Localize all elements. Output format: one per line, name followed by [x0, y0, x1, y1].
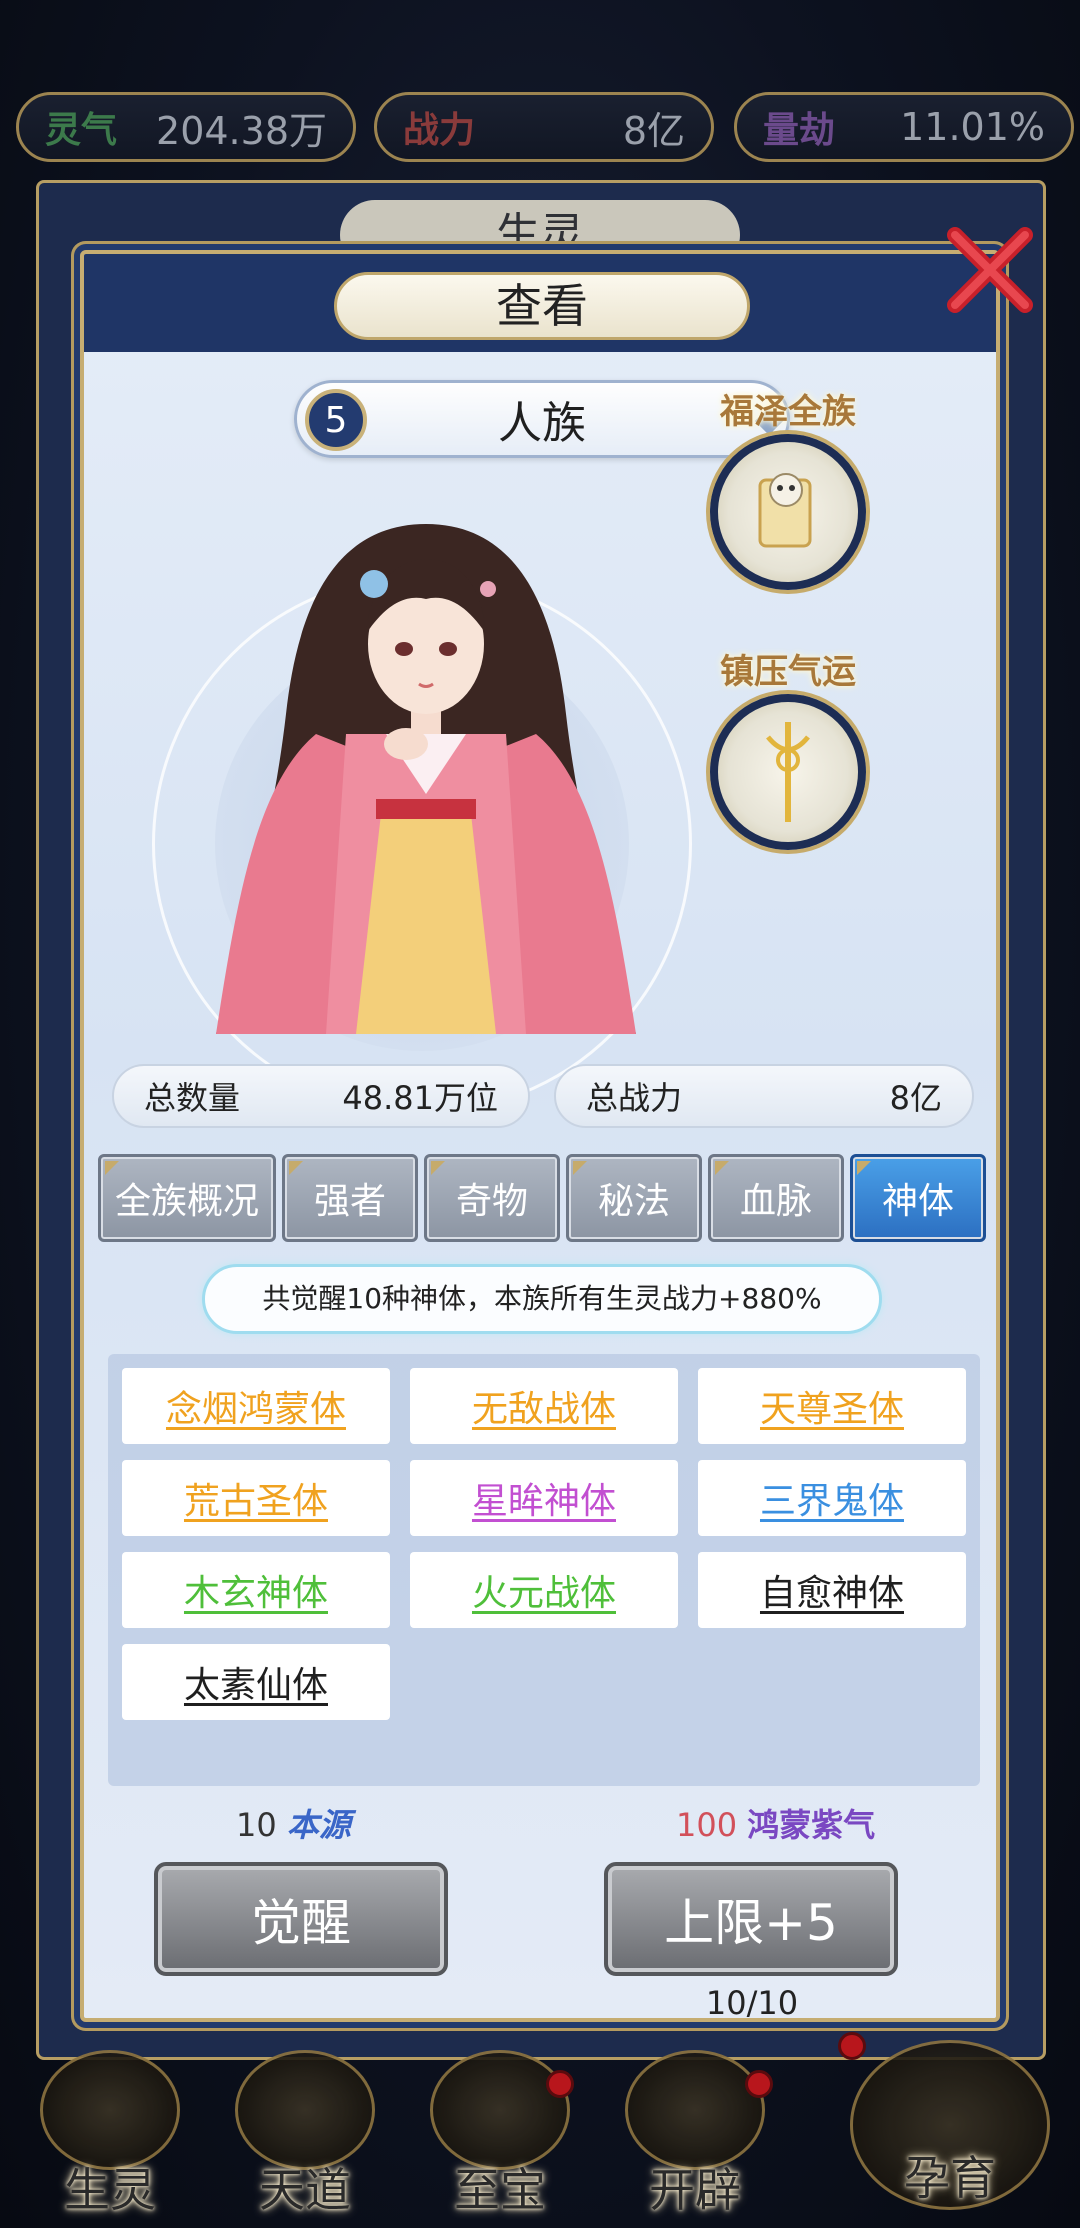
physique-item[interactable]: 荒古圣体: [122, 1460, 390, 1536]
nav-label: 孕育: [904, 2151, 996, 2205]
golden-trident-icon[interactable]: [710, 694, 866, 850]
notification-dot: [745, 2070, 773, 2098]
resource-label: 灵气: [45, 109, 118, 151]
tab-divine-body[interactable]: 神体: [850, 1154, 986, 1242]
view-dialog: 查看 5 人族 福泽全族 镇压气运 总数量 48.81万位 总战力 8亿 全族概…: [80, 250, 1000, 2022]
tab-bloodline[interactable]: 血脉: [708, 1154, 844, 1242]
resource-calamity: 量劫 11.01%: [734, 92, 1074, 162]
nav-label: 天道: [259, 2163, 351, 2217]
resource-power: 战力 8亿: [374, 92, 714, 162]
physique-item[interactable]: 无敌战体: [410, 1368, 678, 1444]
physique-item[interactable]: 星眸神体: [410, 1460, 678, 1536]
tab-artifacts[interactable]: 奇物: [424, 1154, 560, 1242]
race-level-badge: 5: [305, 389, 367, 451]
treasure-emblem-icon: [430, 2050, 570, 2170]
physique-item[interactable]: 念烟鸿蒙体: [122, 1368, 390, 1444]
nav-item-creatures[interactable]: 生灵: [30, 2050, 190, 2220]
nav-label: 开辟: [649, 2163, 741, 2217]
physique-item[interactable]: 木玄神体: [122, 1552, 390, 1628]
skill-label-fuze: 福泽全族: [720, 392, 856, 432]
nav-label: 生灵: [64, 2163, 156, 2217]
stat-total-count: 总数量 48.81万位: [112, 1064, 530, 1128]
notification-dot: [838, 2032, 866, 2060]
nav-label: 至宝: [454, 2163, 546, 2217]
resource-value: 11.01%: [900, 105, 1045, 149]
skill-label-zhenya: 镇压气运: [720, 652, 856, 692]
category-tabs: 全族概况 强者 奇物 秘法 血脉 神体: [98, 1154, 988, 1242]
resource-label: 战力: [403, 109, 476, 151]
tab-strongmen[interactable]: 强者: [282, 1154, 418, 1242]
physique-item[interactable]: 三界鬼体: [698, 1460, 966, 1536]
cost-item: 本源: [286, 1806, 351, 1844]
cost-item: 鸿蒙紫气: [747, 1806, 876, 1844]
nav-item-creation[interactable]: 开辟: [615, 2050, 775, 2220]
close-icon[interactable]: [935, 215, 1045, 325]
cost-amount: 10: [236, 1806, 277, 1844]
bottom-nav: 生灵 天道 至宝 开辟 孕育: [0, 2030, 1080, 2228]
awaken-summary: 共觉醒10种神体，本族所有生灵战力+880%: [202, 1264, 882, 1334]
physique-item[interactable]: 天尊圣体: [698, 1368, 966, 1444]
tab-overview[interactable]: 全族概况: [98, 1154, 276, 1242]
stat-value: 8亿: [889, 1079, 942, 1117]
resource-label: 量劫: [763, 109, 836, 151]
dialog-title: 查看: [334, 272, 750, 340]
physique-item[interactable]: 自愈神体: [698, 1552, 966, 1628]
stat-label: 总战力: [586, 1079, 683, 1117]
awaken-button[interactable]: 觉醒: [154, 1862, 448, 1976]
creatures-emblem-icon: [40, 2050, 180, 2170]
stat-total-power: 总战力 8亿: [554, 1064, 974, 1128]
notification-dot: [546, 2070, 574, 2098]
tab-secret-arts[interactable]: 秘法: [566, 1154, 702, 1242]
golden-skull-scroll-icon[interactable]: [710, 434, 866, 590]
resource-value: 204.38万: [156, 108, 327, 153]
stat-label: 总数量: [144, 1079, 241, 1117]
physique-item[interactable]: 太素仙体: [122, 1644, 390, 1720]
nav-item-heaven-dao[interactable]: 天道: [225, 2050, 385, 2220]
race-name: 人族: [498, 398, 586, 449]
resource-bar: 灵气 204.38万 战力 8亿 量劫 11.01%: [12, 92, 1074, 162]
heaven-dao-emblem-icon: [235, 2050, 375, 2170]
limit-counter: 10/10: [705, 1984, 799, 2022]
resource-lingqi: 灵气 204.38万: [16, 92, 356, 162]
limit-increase-button[interactable]: 上限+5: [604, 1862, 898, 1976]
creation-emblem-icon: [625, 2050, 765, 2170]
resource-value: 8亿: [622, 108, 685, 153]
physique-item[interactable]: 火元战体: [410, 1552, 678, 1628]
limit-cost: 100 鸿蒙紫气: [676, 1800, 875, 1846]
cost-amount: 100: [676, 1806, 738, 1844]
stat-value: 48.81万位: [342, 1079, 498, 1117]
character-portrait: [216, 524, 636, 1034]
nav-item-treasure[interactable]: 至宝: [420, 2050, 580, 2220]
awaken-cost: 10 本源: [236, 1800, 351, 1846]
nav-item-nurture[interactable]: 孕育: [830, 2030, 1070, 2228]
physique-grid: 念烟鸿蒙体 无敌战体 天尊圣体 荒古圣体 星眸神体 三界鬼体 木玄神体 火元战体…: [108, 1354, 980, 1786]
